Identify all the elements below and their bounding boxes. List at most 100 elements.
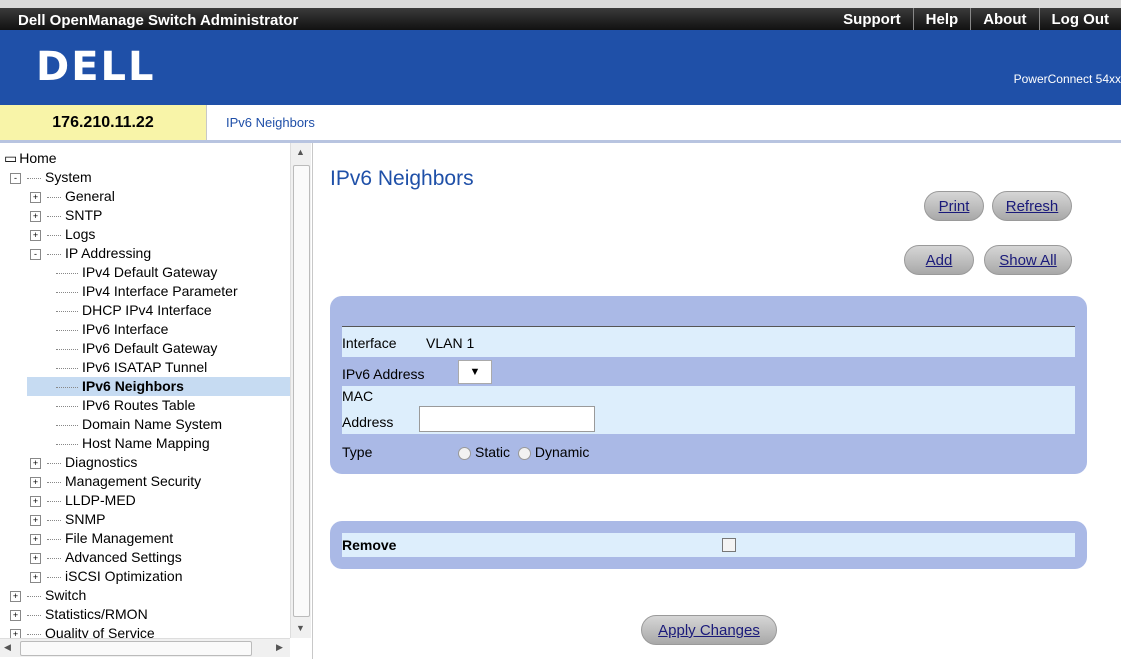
add-button[interactable]: Add (904, 245, 974, 275)
chevron-down-icon: ▼ (469, 366, 481, 378)
tree-item[interactable]: + LLDP-MED (30, 491, 136, 509)
tree-item[interactable]: + Management Security (30, 472, 201, 490)
interface-label: Interface (342, 335, 397, 351)
type-options: Static Dynamic (458, 444, 589, 460)
tree-connector (47, 481, 61, 483)
tree-item-label: IPv6 Default Gateway (82, 340, 218, 356)
scroll-down-icon[interactable]: ▼ (296, 623, 305, 633)
remove-checkbox[interactable] (722, 538, 736, 552)
home-icon: ▭ (4, 150, 18, 166)
static-label: Static (475, 444, 511, 460)
dynamic-radio[interactable] (517, 446, 531, 460)
tree-item-label: iSCSI Optimization (65, 568, 183, 584)
interface-row: Interface VLAN 1 (342, 326, 1075, 357)
tree-item[interactable]: Domain Name System (56, 415, 222, 433)
tree-item-label: LLDP-MED (65, 492, 136, 508)
expand-icon[interactable]: + (30, 571, 41, 583)
tree-item[interactable]: + File Management (30, 529, 173, 547)
expand-icon[interactable]: + (30, 229, 41, 241)
tree-item-label: Host Name Mapping (82, 435, 210, 451)
scroll-thumb[interactable] (293, 165, 310, 617)
tree-item[interactable]: Host Name Mapping (56, 434, 210, 452)
interface-value: VLAN 1 (426, 335, 475, 351)
tree-item-label: Diagnostics (65, 454, 138, 470)
tree-horizontal-scrollbar[interactable]: ◀ ▶ (0, 638, 290, 657)
hscroll-thumb[interactable] (20, 641, 252, 656)
apply-changes-button[interactable]: Apply Changes (641, 615, 777, 645)
tree-connector (56, 291, 78, 293)
tree-item[interactable]: IPv6 Neighbors (56, 377, 184, 395)
tree-item[interactable]: + Switch (10, 586, 86, 604)
tree-item[interactable]: IPv4 Interface Parameter (56, 282, 238, 300)
scroll-right-icon[interactable]: ▶ (276, 642, 283, 653)
static-radio[interactable] (458, 446, 471, 460)
tree-connector (56, 348, 78, 350)
tree-item-label: File Management (65, 530, 174, 546)
expand-icon[interactable]: + (30, 457, 41, 469)
breadcrumb: IPv6 Neighbors (226, 115, 315, 130)
tree-item[interactable]: + Diagnostics (30, 453, 137, 471)
expand-icon[interactable]: + (30, 514, 41, 526)
tree-item[interactable]: IPv6 Interface (56, 320, 168, 338)
expand-icon[interactable]: + (10, 590, 21, 602)
tree-connector (47, 538, 61, 540)
tree-item[interactable]: + General (30, 187, 115, 205)
print-button[interactable]: Print (924, 191, 984, 221)
tree-connector (56, 329, 78, 331)
tree-item[interactable]: DHCP IPv4 Interface (56, 301, 212, 319)
collapse-icon[interactable]: - (30, 248, 41, 260)
tree-connector (27, 633, 41, 635)
tree-item[interactable]: + iSCSI Optimization (30, 567, 182, 585)
tree-item[interactable]: - System (10, 168, 92, 186)
tree-item[interactable]: IPv4 Default Gateway (56, 263, 217, 281)
expand-icon[interactable]: + (30, 552, 41, 564)
dynamic-label: Dynamic (534, 444, 590, 460)
neighbor-form-panel: Interface VLAN 1 IPv6 Address ▼ MAC Addr… (330, 296, 1087, 474)
tree-connector (27, 595, 41, 597)
tree-item-label: IPv6 Neighbors (82, 378, 184, 394)
support-link[interactable]: Support (831, 8, 913, 30)
expand-icon[interactable]: + (10, 609, 21, 621)
tree-item-label: Statistics/RMON (45, 606, 148, 622)
tree-item-label: IPv4 Interface Parameter (82, 283, 238, 299)
expand-icon[interactable]: + (30, 533, 41, 545)
tree-item-label: Advanced Settings (65, 549, 182, 565)
expand-icon[interactable]: + (30, 210, 41, 222)
refresh-button[interactable]: Refresh (992, 191, 1072, 221)
logout-link[interactable]: Log Out (1038, 8, 1121, 30)
tree-connector (47, 500, 61, 502)
type-label: Type (342, 444, 373, 460)
collapse-icon[interactable]: - (10, 172, 21, 184)
tree-item[interactable]: + Logs (30, 225, 95, 243)
about-link[interactable]: About (970, 8, 1038, 30)
tree-item-label: IP Addressing (65, 245, 152, 261)
ipv6-address-select[interactable]: ▼ (458, 360, 492, 384)
show-all-button[interactable]: Show All (984, 245, 1072, 275)
tree-connector (56, 367, 78, 369)
tree-connector (56, 424, 78, 426)
expand-icon[interactable]: + (30, 476, 41, 488)
navigation-tree-panel: ▭ Home - System + General + SNTP + Logs - IP Addres… (0, 143, 313, 659)
tree-item[interactable]: IPv6 Default Gateway (56, 339, 217, 357)
tree-vertical-scrollbar[interactable]: ▲ ▼ (290, 143, 311, 638)
dell-logo: DELL (36, 44, 156, 90)
tree-item[interactable]: + Advanced Settings (30, 548, 182, 566)
tree-item[interactable]: IPv6 ISATAP Tunnel (56, 358, 207, 376)
scroll-up-icon[interactable]: ▲ (296, 147, 305, 157)
tree-item-label: IPv6 Routes Table (82, 397, 196, 413)
tree-item[interactable]: ▭ Home (4, 149, 57, 167)
expand-icon[interactable]: + (30, 191, 41, 203)
mac-address-input[interactable] (419, 406, 595, 432)
tree-item[interactable]: + SNTP (30, 206, 102, 224)
tree-item-label: IPv6 Interface (82, 321, 169, 337)
ipv6-address-label: IPv6 Address (342, 366, 425, 382)
switch-ip: 176.210.11.22 (0, 105, 207, 140)
tree-item[interactable]: + Statistics/RMON (10, 605, 148, 623)
tree-item[interactable]: IPv6 Routes Table (56, 396, 195, 414)
tree-connector (47, 234, 61, 236)
tree-item[interactable]: - IP Addressing (30, 244, 151, 262)
help-link[interactable]: Help (912, 8, 971, 30)
tree-item[interactable]: + SNMP (30, 510, 105, 528)
expand-icon[interactable]: + (30, 495, 41, 507)
scroll-left-icon[interactable]: ◀ (4, 642, 11, 653)
